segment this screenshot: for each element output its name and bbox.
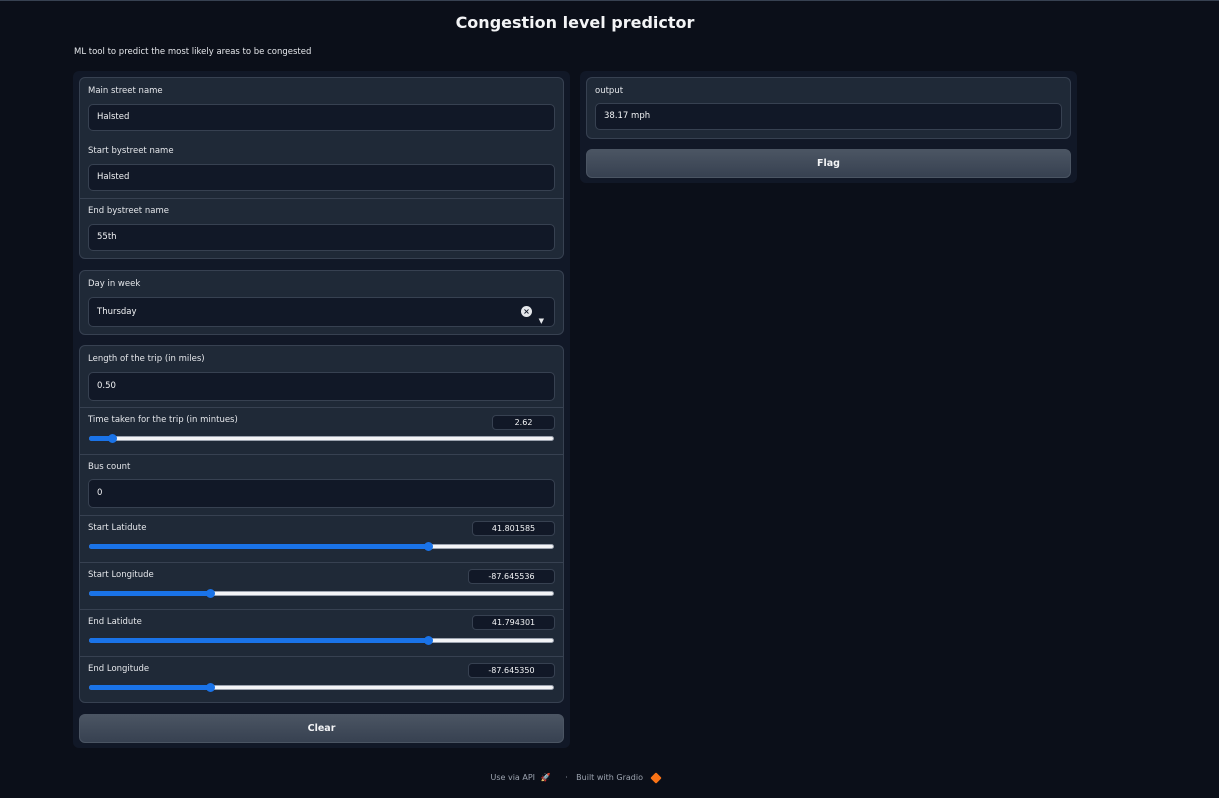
end-lat-number[interactable]: 41.794301	[472, 615, 555, 630]
slider-fill	[89, 591, 210, 596]
day-dropdown-value: Thursday	[97, 307, 137, 317]
bus-count-input[interactable]: 0	[88, 479, 555, 508]
slider-thumb[interactable]	[108, 434, 118, 443]
main-street-label: Main street name	[88, 86, 163, 96]
trip-params-group: Length of the trip (in miles) 0.50 Time …	[79, 345, 564, 703]
input-column: Main street name Halsted Start bystreet …	[73, 71, 570, 748]
end-lat-label: End Latidute	[88, 617, 142, 627]
day-group: Day in week Thursday × ▼	[79, 270, 564, 335]
day-label: Day in week	[88, 279, 141, 289]
built-with-gradio-link[interactable]: Built with Gradio	[576, 773, 643, 782]
main-street-field: Main street name Halsted	[80, 78, 563, 138]
end-bystreet-field: End bystreet name 55th	[80, 198, 563, 259]
app-page: Congestion level predictor ML tool to pr…	[0, 0, 1219, 798]
start-lat-number[interactable]: 41.801585	[472, 521, 555, 536]
bus-count-label: Bus count	[88, 462, 131, 472]
start-lon-field: Start Longitude -87.645536	[80, 562, 563, 609]
end-bystreet-label: End bystreet name	[88, 206, 169, 216]
street-names-group: Main street name Halsted Start bystreet …	[79, 77, 564, 259]
slider-thumb[interactable]	[205, 683, 215, 692]
end-lon-number[interactable]: -87.645350	[468, 663, 555, 678]
length-input[interactable]: 0.50	[88, 372, 555, 401]
start-lat-slider[interactable]	[89, 542, 554, 551]
start-bystreet-input[interactable]: Halsted	[88, 164, 555, 191]
time-taken-field: Time taken for the trip (in mintues) 2.6…	[80, 407, 563, 454]
slider-fill	[89, 685, 210, 690]
end-lon-field: End Longitude -87.645350	[80, 656, 563, 703]
output-column: output 38.17 mph Flag	[580, 71, 1077, 183]
slider-fill	[89, 638, 429, 643]
day-dropdown[interactable]: Thursday × ▼	[88, 297, 555, 327]
chevron-down-icon[interactable]: ▼	[539, 307, 544, 335]
end-lat-field: End Latidute 41.794301	[80, 609, 563, 656]
use-via-api-link[interactable]: Use via API	[490, 773, 535, 782]
length-field: Length of the trip (in miles) 0.50	[80, 346, 563, 407]
start-lon-slider[interactable]	[89, 589, 554, 598]
time-taken-number[interactable]: 2.62	[492, 415, 555, 430]
flag-button[interactable]: Flag	[586, 149, 1071, 178]
time-taken-label: Time taken for the trip (in mintues)	[88, 415, 238, 425]
clear-button[interactable]: Clear	[79, 714, 564, 743]
footer-separator: ·	[565, 773, 568, 782]
output-label: output	[595, 86, 624, 96]
page-description: ML tool to predict the most likely areas…	[74, 47, 312, 57]
output-group: output 38.17 mph	[586, 77, 1071, 139]
slider-thumb[interactable]	[424, 636, 434, 645]
end-lon-slider[interactable]	[89, 683, 554, 692]
start-lat-field: Start Latidute 41.801585	[80, 515, 563, 562]
gradio-logo-icon	[649, 771, 662, 784]
end-bystreet-input[interactable]: 55th	[88, 224, 555, 251]
slider-thumb[interactable]	[424, 542, 434, 551]
length-label: Length of the trip (in miles)	[88, 354, 205, 364]
time-taken-slider[interactable]	[89, 434, 554, 443]
main-street-input[interactable]: Halsted	[88, 104, 555, 131]
end-lat-slider[interactable]	[89, 636, 554, 645]
start-bystreet-label: Start bystreet name	[88, 146, 174, 156]
slider-track	[89, 436, 554, 441]
start-bystreet-field: Start bystreet name Halsted	[80, 138, 563, 198]
start-lon-number[interactable]: -87.645536	[468, 569, 555, 584]
start-lon-label: Start Longitude	[88, 570, 154, 580]
slider-thumb[interactable]	[205, 589, 215, 598]
slider-fill	[89, 544, 429, 549]
start-lat-label: Start Latidute	[88, 523, 147, 533]
rocket-icon: 🚀	[540, 773, 551, 782]
end-lon-label: End Longitude	[88, 664, 150, 674]
output-textbox[interactable]: 38.17 mph	[595, 103, 1062, 130]
footer: Use via API 🚀 · Built with Gradio	[0, 771, 1150, 784]
bus-count-field: Bus count 0	[80, 454, 563, 515]
page-title: Congestion level predictor	[455, 13, 695, 32]
clear-selection-icon[interactable]: ×	[521, 306, 532, 317]
